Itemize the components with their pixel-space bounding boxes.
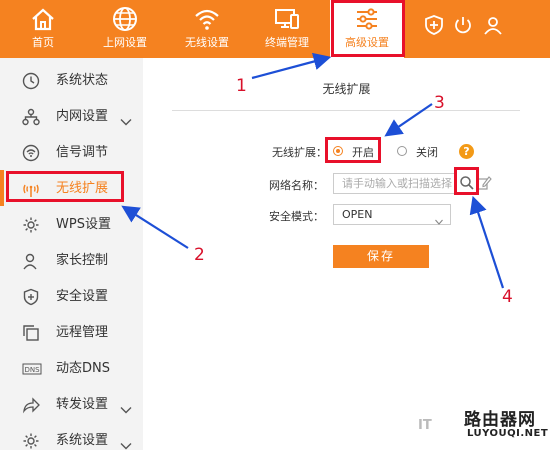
- router-admin-page: 首页 上网设置 无线设置 终端管理 高级设置 系统状态 内网设置 信号调节 无线…: [0, 0, 550, 450]
- watermark-url: LUYOUQI.NET: [467, 428, 549, 439]
- annotation-arrows: [121, 52, 505, 289]
- watermark-title: 路由器网: [464, 410, 536, 430]
- watermark-faded: IT: [418, 418, 432, 433]
